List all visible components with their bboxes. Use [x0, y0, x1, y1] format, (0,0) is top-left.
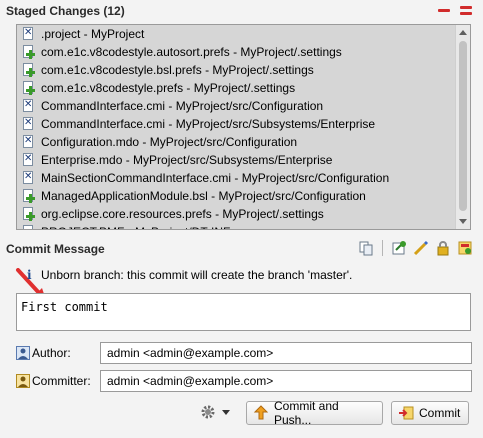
staged-file-label: CommandInterface.cmi - MyProject/src/Con… [41, 99, 324, 113]
commit-button[interactable]: Commit [391, 401, 469, 425]
staged-changes-title: Staged Changes (12) [6, 4, 125, 18]
scrollbar-thumb[interactable] [459, 41, 467, 211]
toolbar-separator [382, 240, 383, 256]
staged-file-row[interactable]: ✕ CommandInterface.cmi - MyProject/src/Su… [17, 115, 470, 133]
staged-file-label: com.e1c.v8codestyle.prefs - MyProject/.s… [41, 81, 296, 95]
commit-message-title: Commit Message [6, 242, 105, 256]
file-cross-icon: ✕ [23, 171, 33, 184]
committer-row: Committer: admin <admin@example.com> [16, 370, 472, 392]
staged-file-label: ManagedApplicationModule.bsl - MyProject… [41, 189, 366, 203]
commit-label: Commit [419, 406, 461, 420]
staged-file-label: com.e1c.v8codestyle.autosort.prefs - MyP… [41, 45, 342, 59]
commit-message-input[interactable]: First commit [16, 293, 471, 331]
file-cross-icon: ✕ [23, 99, 33, 112]
author-icon [16, 346, 30, 360]
committer-label: Committer: [32, 374, 91, 388]
staged-file-row[interactable]: org.eclipse.core.resources.prefs - MyPro… [17, 205, 470, 223]
staged-file-row[interactable]: ManagedApplicationModule.bsl - MyProject… [17, 187, 470, 205]
staged-file-row[interactable]: ✕ Enterprise.mdo - MyProject/src/Subsyste… [17, 151, 470, 169]
staged-file-row[interactable]: com.e1c.v8codestyle.autosort.prefs - MyP… [17, 43, 470, 61]
staged-file-label: org.eclipse.core.resources.prefs - MyPro… [41, 207, 324, 221]
push-icon[interactable] [457, 240, 473, 256]
file-cross-icon: ✕ [23, 27, 33, 40]
staged-file-row[interactable]: ✕ Configuration.mdo - MyProject/src/Confi… [17, 133, 470, 151]
staged-file-row[interactable]: com.e1c.v8codestyle.prefs - MyProject/.s… [17, 79, 470, 97]
file-add-icon [23, 81, 35, 95]
staged-file-row[interactable]: PROJECT.PMF - MyProject/DT-INF [17, 223, 470, 229]
staged-file-row[interactable]: com.e1c.v8codestyle.bsl.prefs - MyProjec… [17, 61, 470, 79]
scroll-down-icon[interactable] [459, 219, 467, 224]
commit-and-push-label: Commit and Push... [274, 399, 339, 427]
commit-push-icon [253, 405, 269, 421]
file-add-icon [23, 63, 35, 77]
file-cross-icon: ✕ [23, 135, 33, 148]
file-add-icon [23, 45, 35, 59]
chevron-down-icon [222, 409, 230, 415]
staged-list-scrollbar[interactable] [455, 25, 470, 229]
staged-file-label: CommandInterface.cmi - MyProject/src/Sub… [41, 117, 376, 131]
author-row: Author: admin <admin@example.com> [16, 342, 472, 364]
sign-off-icon[interactable] [413, 240, 429, 256]
author-input[interactable]: admin <admin@example.com> [100, 342, 472, 364]
committer-input[interactable]: admin <admin@example.com> [100, 370, 472, 392]
gear-icon [201, 405, 215, 419]
settings-menu-button[interactable] [200, 404, 230, 420]
staged-file-label: Configuration.mdo - MyProject/src/Config… [41, 135, 298, 149]
staged-file-label: MainSectionCommandInterface.cmi - MyProj… [41, 171, 390, 185]
info-icon: i [27, 268, 32, 282]
staged-file-row[interactable]: ✕ CommandInterface.cmi - MyProject/src/Co… [17, 97, 470, 115]
amend-icon[interactable] [391, 240, 407, 256]
scroll-up-icon[interactable] [459, 30, 467, 35]
file-cross-icon: ✕ [23, 117, 33, 130]
staged-file-label: com.e1c.v8codestyle.bsl.prefs - MyProjec… [41, 63, 314, 77]
remove-all-icon[interactable] [459, 5, 473, 17]
staged-file-label: Enterprise.mdo - MyProject/src/Subsystem… [41, 153, 333, 167]
staged-file-row[interactable]: ✕ MainSectionCommandInterface.cmi - MyPro… [17, 169, 470, 187]
file-cross-icon: ✕ [23, 153, 33, 166]
staged-file-label: PROJECT.PMF - MyProject/DT-INF [41, 223, 230, 229]
author-label: Author: [32, 346, 71, 360]
file-add-icon [23, 189, 35, 203]
commit-icon [398, 405, 414, 421]
unborn-branch-info: Unborn branch: this commit will create t… [41, 268, 353, 282]
file-add-icon [23, 225, 35, 229]
staged-file-label: .project - MyProject [41, 27, 145, 41]
staged-files-list[interactable]: ✕ .project - MyProject com.e1c.v8codestyle… [16, 24, 471, 230]
committer-icon [16, 374, 30, 388]
compare-icon[interactable] [358, 240, 374, 256]
lock-icon[interactable] [435, 240, 451, 256]
commit-and-push-button[interactable]: Commit and Push... [246, 399, 383, 427]
staged-file-row[interactable]: ✕ .project - MyProject [17, 25, 470, 43]
collapse-all-icon[interactable] [437, 5, 451, 17]
file-add-icon [23, 207, 35, 221]
